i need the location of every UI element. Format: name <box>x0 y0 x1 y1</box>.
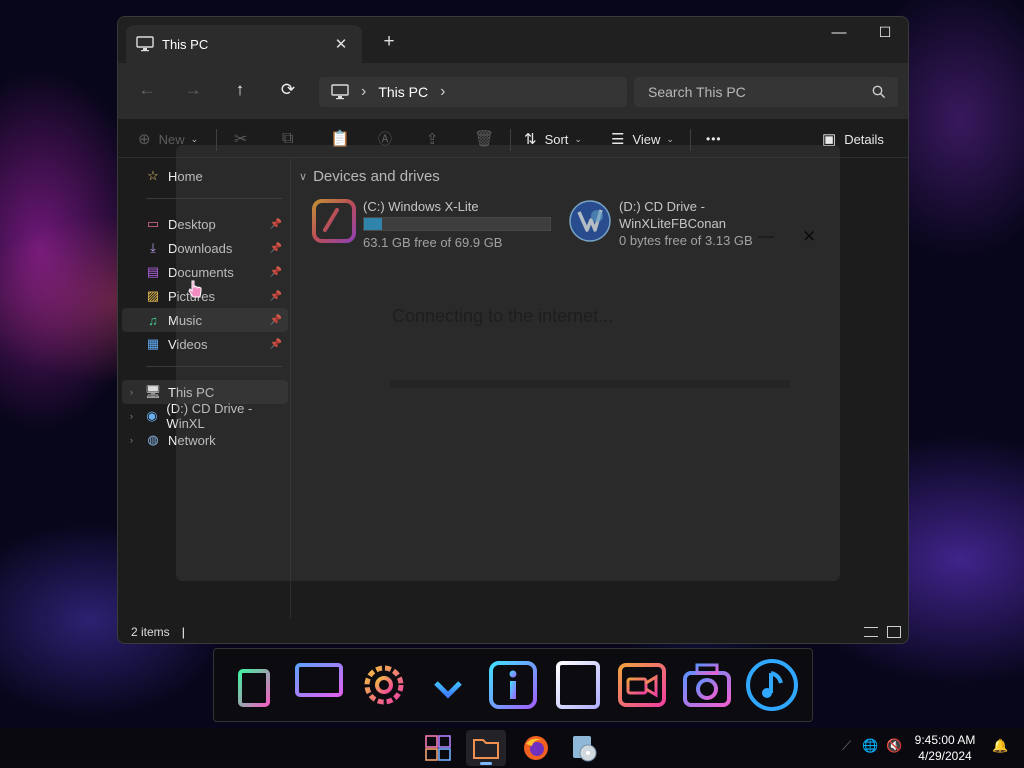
chevron-right-icon[interactable]: › <box>440 83 445 101</box>
forward-button[interactable]: → <box>180 77 206 103</box>
plus-circle-icon: ⊕ <box>138 131 151 148</box>
app-dock <box>213 648 813 722</box>
chevron-down-icon: ⌄ <box>666 133 674 144</box>
address-bar[interactable]: › This PC › <box>319 77 627 107</box>
network-icon: ◍ <box>147 432 159 447</box>
downloads-icon: ⤓ <box>150 240 156 255</box>
refresh-button[interactable]: ⟳ <box>275 77 301 103</box>
firefox-icon <box>524 736 548 760</box>
pc-icon: 🖥 <box>144 384 162 399</box>
tiles-view-icon[interactable] <box>887 626 901 638</box>
tab-label: This PC <box>162 36 209 52</box>
folder-icon <box>473 739 499 759</box>
taskbar-file-explorer[interactable] <box>466 730 506 766</box>
cd-drive-icon: ◉ <box>146 408 158 423</box>
expand-arrow-icon[interactable]: › <box>130 387 144 397</box>
connecting-message: Connecting to the internet... <box>392 306 614 326</box>
search-input[interactable] <box>648 84 872 100</box>
volume-muted-icon[interactable]: 🔇 <box>886 738 902 754</box>
dialog-close-icon[interactable]: ✕ <box>802 227 816 247</box>
item-count: 2 items <box>131 624 170 639</box>
download-icon[interactable] <box>420 657 476 713</box>
chevron-right-icon: › <box>361 83 367 100</box>
details-label: Details <box>844 131 884 147</box>
network-globe-icon[interactable]: 🌐 <box>862 738 878 754</box>
notes-list-icon[interactable] <box>550 657 606 713</box>
minimize-dash <box>816 17 862 47</box>
pc-icon <box>136 36 154 52</box>
music-player-icon[interactable] <box>744 657 800 713</box>
up-button[interactable]: ↑ <box>227 77 253 103</box>
status-bar: 2 items | <box>118 618 908 643</box>
pc-icon <box>331 84 349 100</box>
new-tab-button[interactable]: + <box>376 29 402 55</box>
tray-overflow-icon[interactable]: ⟋ <box>842 738 851 754</box>
taskbar-firefox[interactable] <box>516 730 556 766</box>
close-window-button[interactable]: ✕ <box>908 17 909 47</box>
recycle-bin-icon[interactable] <box>226 657 282 713</box>
camera-icon[interactable] <box>679 657 735 713</box>
desktop-icon: ▭ <box>146 216 160 231</box>
computer-icon[interactable] <box>291 657 347 713</box>
close-tab-button[interactable]: ✕ <box>330 33 352 55</box>
expand-arrow-icon[interactable]: › <box>130 411 143 421</box>
back-button[interactable]: ← <box>134 77 160 103</box>
maximize-button[interactable]: ☐ <box>862 17 908 47</box>
status-separator: | <box>181 624 185 639</box>
clock-time: 9:45:00 AM <box>914 733 976 747</box>
connecting-progress <box>390 380 790 388</box>
video-camera-icon[interactable] <box>614 657 670 713</box>
tab-this-pc[interactable]: This PC ✕ <box>126 25 362 63</box>
notification-bell-icon[interactable]: 🔔 <box>992 738 1008 754</box>
expand-arrow-icon[interactable]: › <box>130 435 144 445</box>
settings-gear-icon[interactable] <box>356 657 412 713</box>
connecting-dialog-overlay <box>176 145 840 581</box>
taskbar: ⟋ 🌐 🔇 9:45:00 AM 4/29/2024 🔔 <box>0 728 1024 768</box>
taskbar-disc-app[interactable] <box>564 730 604 766</box>
navigation-bar: ← → ↑ ⟳ › This PC › <box>118 63 908 119</box>
start-button[interactable] <box>418 730 458 766</box>
hand-cursor-icon <box>188 280 202 305</box>
documents-icon: ▤ <box>146 264 160 279</box>
music-icon: ♫ <box>148 312 158 328</box>
clock-date: 4/29/2024 <box>918 749 972 763</box>
info-icon[interactable] <box>485 657 541 713</box>
chevron-down-icon: ⌄ <box>190 133 199 144</box>
videos-icon: ▦ <box>146 336 160 351</box>
details-view-icon[interactable] <box>864 627 878 637</box>
breadcrumb-this-pc[interactable]: This PC <box>378 84 428 100</box>
dialog-minimize-icon[interactable]: — <box>758 228 774 246</box>
disc-installer-icon <box>573 736 597 762</box>
start-icon <box>425 735 451 761</box>
search-box[interactable] <box>634 77 898 107</box>
home-icon: ☆ <box>147 168 159 183</box>
pictures-icon: ▨ <box>146 288 160 303</box>
chevron-down-icon: ⌄ <box>574 133 582 144</box>
title-bar: This PC ✕ + — ☐ <box>118 17 908 63</box>
search-icon <box>872 85 886 99</box>
taskbar-clock[interactable]: 9:45:00 AM 4/29/2024 <box>910 732 980 764</box>
